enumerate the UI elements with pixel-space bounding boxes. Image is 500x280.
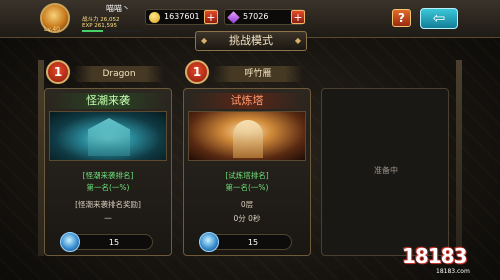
rank-title: [怪潮来袭排名] xyxy=(82,171,134,180)
challenge-card-trial-tower[interactable]: 1 呼竹雁 试炼塔 [试炼塔排名] 第一名(一%) 0层 0分 0秒 15 xyxy=(183,60,311,256)
page-title: 挑战模式 xyxy=(229,34,273,47)
rank-title: [试炼塔排名] xyxy=(225,171,269,180)
reward-title: [怪潮来袭排名奖励] xyxy=(75,200,141,209)
rank-value: 第一名(一%) xyxy=(225,183,269,192)
challenge-card-locked: 准备中 xyxy=(321,88,449,256)
add-gold-button[interactable]: + xyxy=(204,10,218,24)
card-body: 怪潮来袭 [怪潮来袭排名] 第一名(一%) [怪潮来袭排名奖励] 一 15 xyxy=(44,88,172,256)
site-watermark: 18183 18183.com xyxy=(402,244,498,278)
rank-value: 第一名(一%) xyxy=(86,183,130,192)
cost-value: 15 xyxy=(247,238,259,247)
gold-value: 1637601 xyxy=(164,12,200,21)
ornament-left-icon: ◆ xyxy=(201,36,208,45)
card-artwork xyxy=(188,111,306,161)
watermark-url: 18183.com xyxy=(436,268,470,275)
ornament-right-icon: ◆ xyxy=(294,36,301,45)
gem-icon xyxy=(227,11,240,24)
exp-bar xyxy=(82,30,142,32)
card-artwork xyxy=(49,111,167,161)
rank-badge: 1 xyxy=(185,60,209,84)
exp-bar-fill xyxy=(82,30,103,32)
gem-value: 57026 xyxy=(243,12,269,21)
gold-coin-icon xyxy=(149,12,160,23)
frame-edge-right xyxy=(456,60,462,256)
reward-value: 一 xyxy=(104,214,112,223)
coming-soon-label: 准备中 xyxy=(374,166,398,175)
player-exp: EXP 261,595 xyxy=(82,23,118,29)
crystal-icon xyxy=(199,232,219,252)
rank-badge: 1 xyxy=(46,60,70,84)
card-body: 试炼塔 [试炼塔排名] 第一名(一%) 0层 0分 0秒 15 xyxy=(183,88,311,256)
player-power: 战斗力 26,052 xyxy=(82,17,120,23)
card-header: 1 呼竹雁 xyxy=(183,60,311,88)
game-screen: Lv.40 喵喵丶 战斗力 26,052 EXP 261,595 1637601… xyxy=(0,0,500,280)
help-button[interactable]: ? xyxy=(392,9,411,27)
page-title-plate: ◆ 挑战模式 ◆ xyxy=(195,31,307,51)
top-player-name: Dragon xyxy=(74,66,164,82)
back-button[interactable]: ⇦ xyxy=(420,8,458,29)
cost-value: 15 xyxy=(108,238,120,247)
top-player-name: 呼竹雁 xyxy=(213,66,303,82)
card-title: 怪潮来袭 xyxy=(49,93,167,109)
cost-box: 15 xyxy=(60,232,153,252)
card-header: 1 Dragon xyxy=(44,60,172,88)
crystal-icon xyxy=(60,232,80,252)
player-name: 喵喵丶 xyxy=(106,4,130,13)
gold-counter: 1637601 + xyxy=(145,9,218,25)
card-title: 试炼塔 xyxy=(188,93,306,109)
challenge-card-monster-tide[interactable]: 1 Dragon 怪潮来袭 [怪潮来袭排名] 第一名(一%) [怪潮来袭排名奖励… xyxy=(44,60,172,256)
floor-value: 0层 xyxy=(240,200,254,209)
gem-counter: 57026 + xyxy=(224,9,305,25)
time-value: 0分 0秒 xyxy=(233,214,261,223)
player-level: Lv.40 xyxy=(44,26,60,33)
watermark-logo: 18183 xyxy=(402,244,468,268)
cost-box: 15 xyxy=(199,232,292,252)
add-gem-button[interactable]: + xyxy=(291,10,305,24)
